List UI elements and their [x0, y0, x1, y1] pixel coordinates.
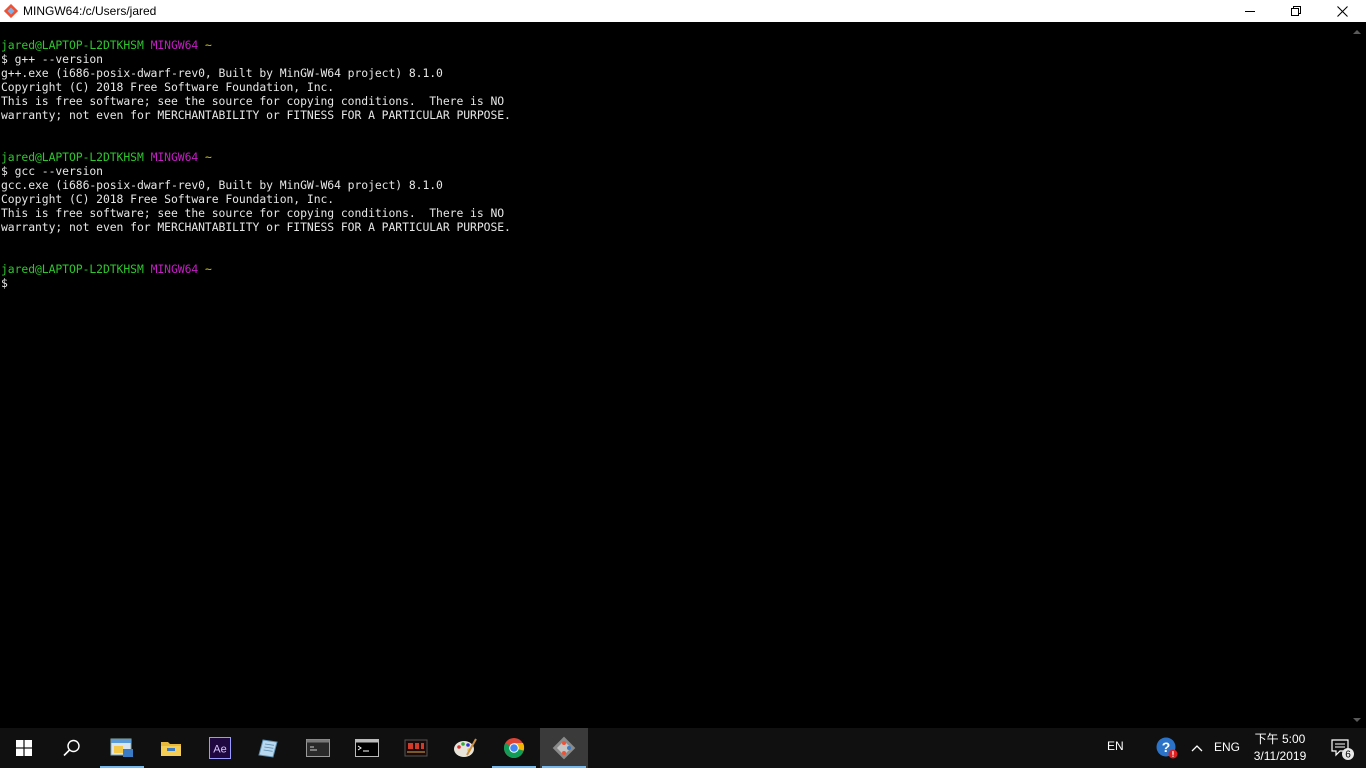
terminal-output-line: This is free software; see the source fo…	[1, 94, 505, 108]
terminal-output-line: $ gcc --version	[1, 164, 103, 178]
show-hidden-icons-button[interactable]	[1183, 728, 1211, 768]
notification-count-badge: 6	[1345, 750, 1351, 761]
scroll-down-arrow-icon[interactable]	[1353, 718, 1361, 722]
chevron-up-icon	[1191, 745, 1203, 752]
git-bash-icon	[552, 736, 576, 760]
command-prompt-icon	[355, 739, 379, 757]
terminal-output-line: warranty; not even for MERCHANTABILITY o…	[1, 220, 511, 234]
window-title: MINGW64:/c/Users/jared	[23, 4, 157, 18]
notification-icon: 6	[1331, 739, 1354, 761]
clock-time: 下午 5:00	[1254, 732, 1306, 746]
media-app-icon	[404, 739, 428, 757]
scroll-up-arrow-icon[interactable]	[1353, 30, 1361, 34]
vertical-scrollbar[interactable]	[1349, 22, 1366, 728]
prompt-path: ~	[204, 262, 212, 276]
help-alert-icon: ?	[1156, 737, 1178, 759]
prompt-env: MINGW64	[150, 150, 199, 164]
close-icon	[1336, 5, 1348, 17]
terminal-output-line: $	[1, 276, 8, 290]
terminal-output-line: warranty; not even for MERCHANTABILITY o…	[1, 108, 511, 122]
terminal-prompt-line: jared@LAPTOP-L2DTKHSM MINGW64 ~	[1, 150, 1349, 164]
taskbar-app-command-prompt[interactable]	[343, 728, 391, 768]
input-language-indicator[interactable]: EN	[1107, 739, 1124, 753]
prompt-path: ~	[204, 150, 212, 164]
restore-button[interactable]	[1273, 0, 1319, 22]
title-bar: MINGW64:/c/Users/jared	[0, 0, 1366, 22]
minimize-button[interactable]	[1227, 0, 1273, 22]
clock-date: 3/11/2019	[1253, 749, 1307, 763]
restore-icon	[1291, 6, 1301, 16]
prompt-env: MINGW64	[150, 38, 199, 52]
chrome-icon	[503, 738, 525, 758]
prompt-env: MINGW64	[150, 262, 199, 276]
paint-palette-icon	[454, 738, 477, 757]
terminal-output-line: Copyright (C) 2018 Free Software Foundat…	[1, 192, 335, 206]
terminal-output-line: Copyright (C) 2018 Free Software Foundat…	[1, 80, 335, 94]
action-center-button[interactable]: 6	[1318, 728, 1366, 768]
file-explorer-pinned-icon	[110, 738, 133, 757]
taskbar-app-after-effects[interactable]: Ae	[196, 728, 244, 768]
taskbar-app-notes[interactable]	[245, 728, 293, 768]
terminal-output-line: $ g++ --version	[1, 52, 103, 66]
after-effects-icon: Ae	[209, 737, 231, 759]
prompt-path: ~	[204, 38, 212, 52]
terminal-output[interactable]: jared@LAPTOP-L2DTKHSM MINGW64 ~ $ g++ --v…	[0, 22, 1349, 728]
after-effects-label: Ae	[213, 744, 226, 756]
notes-app-icon	[258, 739, 278, 758]
terminal-output-line: This is free software; see the source fo…	[1, 206, 505, 220]
terminal-output-line: gcc.exe (i686-posix-dwarf-rev0, Built by…	[1, 178, 443, 192]
taskbar-app-file-manager[interactable]	[98, 728, 146, 768]
minimize-icon	[1245, 11, 1255, 12]
taskbar-app-chrome[interactable]	[490, 728, 538, 768]
keyboard-layout-indicator[interactable]: ENG	[1214, 740, 1240, 754]
terminal-prompt-line: jared@LAPTOP-L2DTKHSM MINGW64 ~	[1, 38, 1349, 52]
taskbar-app-paint[interactable]	[441, 728, 489, 768]
search-button[interactable]	[48, 728, 96, 768]
close-button[interactable]	[1319, 0, 1365, 22]
terminal-output-line: g++.exe (i686-posix-dwarf-rev0, Built by…	[1, 66, 443, 80]
git-bash-icon[interactable]	[3, 3, 19, 19]
start-button[interactable]	[0, 728, 48, 768]
taskbar-app-media[interactable]	[392, 728, 440, 768]
windows-logo-icon	[16, 740, 32, 756]
folder-icon	[161, 742, 181, 756]
prompt-user-host: jared@LAPTOP-L2DTKHSM	[1, 38, 144, 52]
terminal-window-icon	[306, 739, 330, 757]
clock[interactable]: 下午 5:00 3/11/2019	[1248, 731, 1312, 765]
search-icon	[63, 739, 80, 757]
prompt-user-host: jared@LAPTOP-L2DTKHSM	[1, 262, 144, 276]
prompt-user-host: jared@LAPTOP-L2DTKHSM	[1, 150, 144, 164]
taskbar-app-terminal[interactable]	[294, 728, 342, 768]
taskbar: Ae EN ? ENG 下午 5:00 3/11/2019 6	[0, 728, 1366, 768]
taskbar-app-git-bash[interactable]	[540, 728, 588, 768]
terminal-prompt-line: jared@LAPTOP-L2DTKHSM MINGW64 ~	[1, 262, 1349, 276]
taskbar-app-folder[interactable]	[147, 728, 195, 768]
